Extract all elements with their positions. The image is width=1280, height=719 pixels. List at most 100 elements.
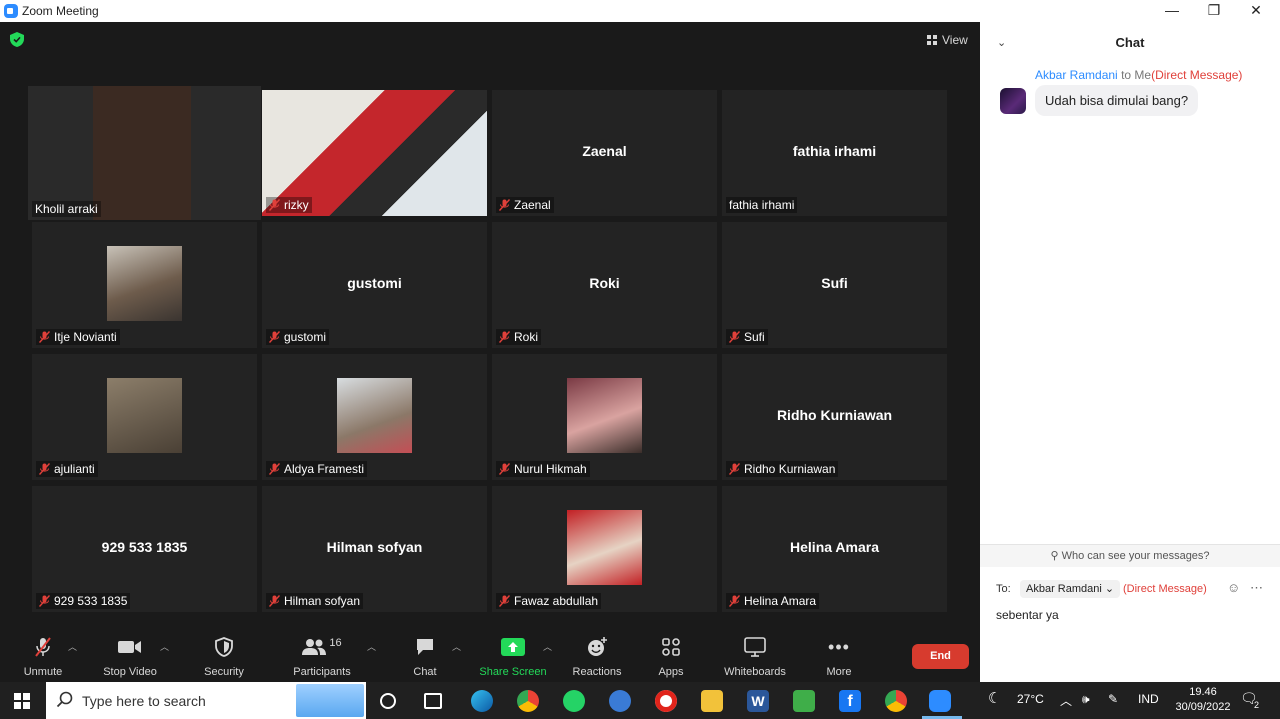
participant-display-name: Hilman sofyan xyxy=(326,539,423,555)
avatar xyxy=(1000,88,1026,114)
unmute-options-chevron-icon[interactable]: ︿ xyxy=(68,640,77,653)
participants-button[interactable]: 16 Participants xyxy=(292,636,352,678)
participant-name: Hilman sofyan xyxy=(284,594,361,608)
edge-icon[interactable] xyxy=(471,690,493,712)
more-button[interactable]: ••• More xyxy=(824,636,854,679)
whatsapp-icon[interactable] xyxy=(563,690,585,712)
chrome-icon[interactable] xyxy=(517,690,539,712)
view-button[interactable]: View xyxy=(922,30,973,50)
who-can-see-messages-link[interactable]: ⚲ Who can see your messages? xyxy=(980,544,1280,567)
muted-mic-icon xyxy=(39,331,50,343)
task-view-icon[interactable] xyxy=(424,693,442,709)
c-app-icon[interactable] xyxy=(609,690,631,712)
message-recipient: to Me xyxy=(1121,68,1152,82)
muted-mic-icon xyxy=(729,595,740,607)
grid-view-icon xyxy=(927,35,937,45)
participant-tile[interactable]: Kholil arraki xyxy=(28,86,261,220)
participant-tile[interactable]: ajulianti xyxy=(32,354,257,480)
pen-icon[interactable]: ✎ xyxy=(1108,692,1118,706)
participants-icon xyxy=(302,639,327,655)
participant-name-label: Zaenal xyxy=(496,197,554,213)
meeting-toolbar: Unmute ︿ Stop Video ︿ Security 16 Partic… xyxy=(0,632,980,682)
participant-tile[interactable]: gustomi gustomi xyxy=(262,222,487,348)
minimize-button[interactable]: — xyxy=(1152,0,1192,22)
chrome-profile-icon[interactable] xyxy=(885,690,907,712)
security-button[interactable]: Security xyxy=(202,636,246,678)
search-highlight-image xyxy=(296,684,364,717)
apps-button[interactable]: Apps xyxy=(656,636,686,678)
language-indicator[interactable]: IND xyxy=(1138,692,1159,706)
facebook-icon[interactable]: f xyxy=(839,690,861,712)
participant-tile[interactable]: rizky xyxy=(262,90,487,216)
participant-name-label: Ridho Kurniawan xyxy=(726,461,839,477)
cortana-icon[interactable] xyxy=(380,693,396,709)
zoom-taskbar-icon[interactable] xyxy=(929,690,951,712)
participants-options-chevron-icon[interactable]: ︿ xyxy=(367,640,376,653)
participant-tile[interactable]: Roki Roki xyxy=(492,222,717,348)
participant-tile[interactable]: Sufi Sufi xyxy=(722,222,947,348)
more-options-icon[interactable]: ⋯ xyxy=(1250,580,1263,596)
participant-name: Aldya Framesti xyxy=(284,462,365,476)
weather-moon-icon[interactable]: ☾ xyxy=(988,689,1001,707)
participant-tile[interactable]: fathia irhami fathia irhami xyxy=(722,90,947,216)
word-icon[interactable]: W xyxy=(747,690,769,712)
camtasia-icon[interactable] xyxy=(793,690,815,712)
taskbar-search-box[interactable]: Type here to search xyxy=(46,682,366,719)
recipient-dropdown[interactable]: Akbar Ramdani ⌄ xyxy=(1020,580,1121,598)
participant-display-name: Sufi xyxy=(821,275,848,291)
participant-name-label: Hilman sofyan xyxy=(266,593,364,609)
participant-display-name: Roki xyxy=(589,275,620,291)
recipient-bar: To: Akbar Ramdani ⌄ (Direct Message) ☺ ⋯ xyxy=(980,578,1280,602)
participant-tile[interactable]: 929 533 1835 929 533 1835 xyxy=(32,486,257,612)
show-hidden-icons-chevron-icon[interactable]: ︿ xyxy=(1060,692,1072,709)
participant-tile[interactable]: Helina Amara Helina Amara xyxy=(722,486,947,612)
chat-options-chevron-icon[interactable]: ︿ xyxy=(452,640,461,653)
participant-name-label: Fawaz abdullah xyxy=(496,593,602,609)
participant-tile[interactable]: Zaenal Zaenal xyxy=(492,90,717,216)
participants-count-badge: 16 xyxy=(329,637,342,649)
participant-tile[interactable]: Aldya Framesti xyxy=(262,354,487,480)
temperature-label[interactable]: 27°C xyxy=(1017,692,1044,706)
share-screen-button[interactable]: Share Screen xyxy=(478,636,548,678)
participant-video xyxy=(28,86,261,220)
windows-start-icon[interactable] xyxy=(14,693,30,709)
person-lock-icon: ⚲ xyxy=(1050,550,1059,562)
apps-icon xyxy=(662,638,680,656)
participant-name-label: fathia irhami xyxy=(726,197,798,213)
clock-date: 30/09/2022 xyxy=(1175,701,1231,713)
chat-button[interactable]: Chat xyxy=(410,636,440,678)
muted-mic-icon xyxy=(269,595,280,607)
clock[interactable]: 19.46 30/09/2022 xyxy=(1168,685,1238,715)
muted-mic-icon xyxy=(269,199,280,211)
maximize-button[interactable]: ❐ xyxy=(1194,0,1234,22)
participant-tile[interactable]: Hilman sofyan Hilman sofyan xyxy=(262,486,487,612)
participant-display-name: fathia irhami xyxy=(792,143,877,159)
chat-message-bubble: Udah bisa dimulai bang? xyxy=(1035,85,1199,116)
opera-icon[interactable] xyxy=(655,690,677,712)
participant-tile[interactable]: Ridho Kurniawan Ridho Kurniawan xyxy=(722,354,947,480)
end-meeting-button[interactable]: End xyxy=(912,644,969,669)
share-options-chevron-icon[interactable]: ︿ xyxy=(543,640,552,653)
message-input[interactable]: sebentar ya xyxy=(996,608,1059,622)
whiteboards-button[interactable]: Whiteboards xyxy=(722,636,788,678)
reactions-label: Reactions xyxy=(572,666,622,678)
participant-name: fathia irhami xyxy=(729,198,795,212)
participant-display-name: Zaenal xyxy=(582,143,627,159)
participant-name: Helina Amara xyxy=(744,594,817,608)
stop-video-button[interactable]: Stop Video xyxy=(100,636,160,678)
participant-tile[interactable]: Nurul Hikmah xyxy=(492,354,717,480)
participant-name: gustomi xyxy=(284,330,327,344)
close-button[interactable]: ✕ xyxy=(1236,0,1276,22)
participant-display-name: Helina Amara xyxy=(790,539,879,555)
participant-name-label: Kholil arraki xyxy=(32,201,101,217)
volume-icon[interactable]: 🕪 xyxy=(1082,692,1090,707)
message-sender-name[interactable]: Akbar Ramdani xyxy=(1035,68,1118,82)
video-options-chevron-icon[interactable]: ︿ xyxy=(160,640,169,653)
participant-tile[interactable]: Fawaz abdullah xyxy=(492,486,717,612)
reactions-button[interactable]: Reactions xyxy=(570,636,624,678)
unmute-button[interactable]: Unmute xyxy=(22,636,64,678)
file-explorer-icon[interactable] xyxy=(701,690,723,712)
participant-tile[interactable]: Itje Novianti xyxy=(32,222,257,348)
emoji-icon[interactable]: ☺ xyxy=(1227,580,1240,595)
encryption-shield-icon[interactable] xyxy=(10,32,24,47)
